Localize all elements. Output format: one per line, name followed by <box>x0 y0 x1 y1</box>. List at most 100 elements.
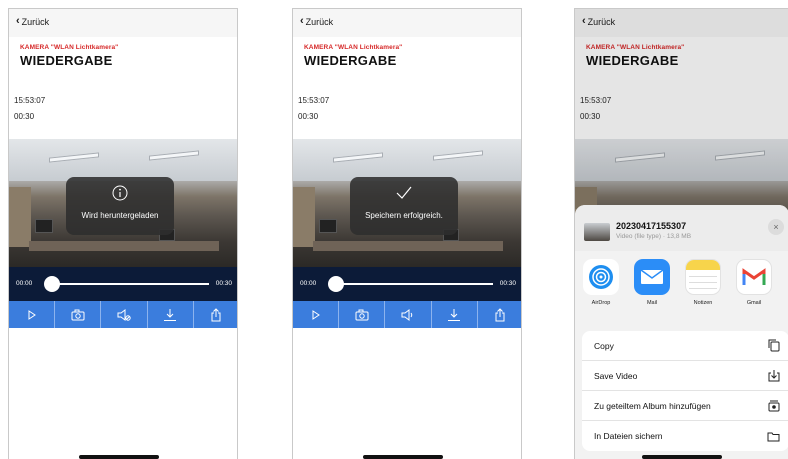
home-indicator[interactable] <box>363 455 443 459</box>
home-indicator[interactable] <box>642 455 722 459</box>
app-mail[interactable]: Mail <box>632 259 672 306</box>
camera-subtitle: KAMERA "WLAN Lichtkamera" <box>304 44 403 51</box>
nav-bar: ‹ Zurück <box>293 9 521 37</box>
recording-duration: 00:30 <box>298 112 319 121</box>
action-save-video[interactable]: Save Video <box>582 361 788 391</box>
close-icon: × <box>773 222 779 232</box>
video-desk <box>313 241 503 251</box>
share-icon <box>211 307 221 321</box>
video-desk <box>29 241 219 251</box>
snapshot-button[interactable] <box>339 301 386 328</box>
mute-button[interactable] <box>101 301 148 328</box>
chevron-left-icon: ‹ <box>16 15 20 27</box>
video-shelf <box>9 187 31 247</box>
player-controls <box>9 301 237 328</box>
copy-icon <box>768 339 780 352</box>
shared-album-icon <box>768 400 780 412</box>
player-controls <box>293 301 521 328</box>
action-label: In Dateien sichern <box>594 431 663 441</box>
download-button[interactable] <box>148 301 194 328</box>
toast-text: Wird heruntergeladen <box>81 211 159 220</box>
info-icon <box>66 185 174 201</box>
slider-thumb[interactable] <box>44 276 60 292</box>
folder-icon <box>767 432 780 441</box>
video-monitor <box>35 219 53 233</box>
slider-end-time: 00:30 <box>499 280 516 287</box>
video-shelf <box>293 187 315 247</box>
volume-icon <box>401 308 413 321</box>
app-airdrop[interactable]: AirDrop <box>581 259 621 306</box>
gmail-icon <box>736 259 772 295</box>
share-button[interactable] <box>194 301 237 328</box>
video-thumbnail <box>584 223 610 241</box>
volume-button[interactable] <box>385 301 432 328</box>
checkmark-icon <box>350 185 458 201</box>
playback-slider-bar: 00:00 00:30 <box>293 267 521 301</box>
share-icon <box>495 307 505 321</box>
app-label: Mail <box>646 300 658 306</box>
playback-slider-bar: 00:00 00:30 <box>9 267 237 301</box>
home-indicator[interactable] <box>79 455 159 459</box>
slider-start-time: 00:00 <box>16 280 33 287</box>
close-button[interactable]: × <box>768 219 784 235</box>
slider-start-time: 00:00 <box>300 280 317 287</box>
file-info: Video (file type) · 13,8 MB <box>616 233 692 240</box>
airdrop-icon <box>583 259 619 295</box>
phone-screen-saved: ‹ Zurück KAMERA "WLAN Lichtkamera" WIEDE… <box>292 8 522 459</box>
app-label: Gmail <box>746 300 762 306</box>
action-shared-album[interactable]: Zu geteiltem Album hinzufügen <box>582 391 788 421</box>
snapshot-button[interactable] <box>55 301 102 328</box>
slider-end-time: 00:30 <box>215 280 232 287</box>
play-button[interactable] <box>293 301 340 328</box>
share-actions-list: Copy Save Video Zu geteiltem Album hinzu… <box>582 331 788 451</box>
download-button[interactable] <box>432 301 478 328</box>
notes-icon <box>685 259 721 295</box>
action-copy[interactable]: Copy <box>582 331 788 361</box>
file-name: 20230417155307 <box>616 221 687 231</box>
play-icon <box>28 309 36 320</box>
action-label: Copy <box>594 340 614 351</box>
action-label: Zu geteiltem Album hinzufügen <box>594 400 711 411</box>
mail-icon <box>634 259 670 295</box>
app-label: AirDrop <box>591 300 611 306</box>
back-label: Zurück <box>21 17 50 27</box>
app-notes[interactable]: Notizen <box>683 259 723 306</box>
share-apps-row: AirDrop Mail Notizen Gmail <box>575 259 788 321</box>
video-monitor <box>319 219 337 233</box>
save-video-icon <box>768 370 780 382</box>
chevron-left-icon: ‹ <box>300 15 304 27</box>
phone-screen-downloading: ‹ Zurück KAMERA "WLAN Lichtkamera" WIEDE… <box>8 8 238 459</box>
slider-track[interactable] <box>49 283 209 285</box>
page-title: WIEDERGABE <box>20 53 113 68</box>
back-label: Zurück <box>305 17 334 27</box>
back-button[interactable]: ‹ Zurück <box>300 15 334 28</box>
video-ceiling <box>9 139 237 181</box>
share-button[interactable] <box>478 301 521 328</box>
download-icon <box>448 308 461 321</box>
toast-text: Speichern erfolgreich. <box>365 211 443 220</box>
slider-track[interactable] <box>333 283 493 285</box>
recording-time: 15:53:07 <box>14 96 46 105</box>
app-label: Notizen <box>693 300 713 306</box>
video-ceiling <box>293 139 521 181</box>
back-button[interactable]: ‹ Zurück <box>16 15 50 28</box>
mute-icon <box>117 308 131 321</box>
slider-thumb[interactable] <box>328 276 344 292</box>
camera-subtitle: KAMERA "WLAN Lichtkamera" <box>20 44 119 51</box>
camera-icon <box>355 309 369 320</box>
share-sheet-header: 20230417155307 Video (file type) · 13,8 … <box>575 205 788 251</box>
play-button[interactable] <box>9 301 56 328</box>
download-icon <box>164 308 177 321</box>
page-title: WIEDERGABE <box>304 53 397 68</box>
background-dim <box>575 9 788 209</box>
play-icon <box>312 309 320 320</box>
action-save-to-files[interactable]: In Dateien sichern <box>582 421 788 451</box>
camera-icon <box>71 309 85 320</box>
app-gmail[interactable]: Gmail <box>734 259 774 306</box>
recording-duration: 00:30 <box>14 112 35 121</box>
toast-downloading: Wird heruntergeladen <box>66 177 174 235</box>
toast-saved: Speichern erfolgreich. <box>350 177 458 235</box>
share-sheet: 20230417155307 Video (file type) · 13,8 … <box>575 205 788 459</box>
nav-bar: ‹ Zurück <box>9 9 237 37</box>
recording-time: 15:53:07 <box>298 96 330 105</box>
